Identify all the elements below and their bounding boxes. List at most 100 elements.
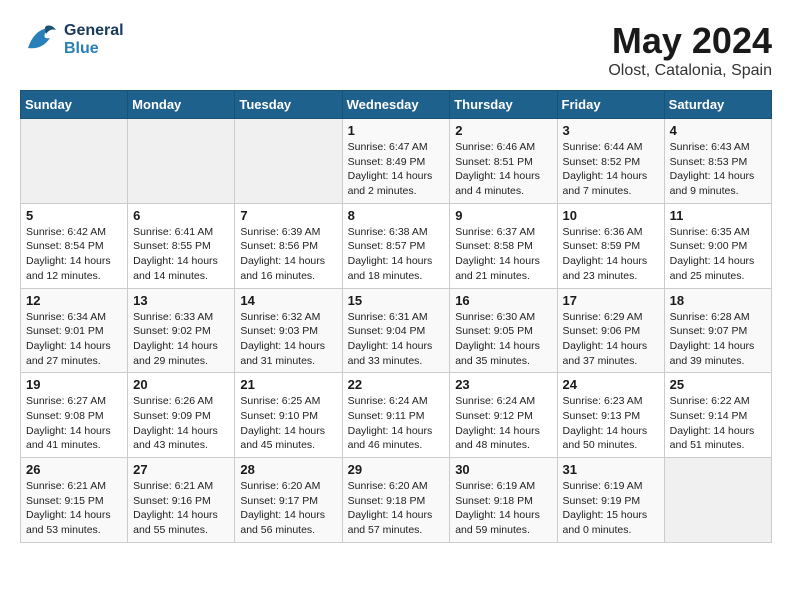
cell-content: Sunrise: 6:29 AMSunset: 9:06 PMDaylight:…	[563, 310, 659, 369]
calendar-cell: 31Sunrise: 6:19 AMSunset: 9:19 PMDayligh…	[557, 458, 664, 543]
calendar-cell: 22Sunrise: 6:24 AMSunset: 9:11 PMDayligh…	[342, 373, 450, 458]
calendar-cell: 30 Sunrise: 6:19 AMSunset: 9:18 PMDayligh…	[450, 458, 557, 543]
calendar-body: 1 Sunrise: 6:47 AMSunset: 8:49 PMDaylight…	[21, 119, 772, 543]
day-number: 31	[563, 462, 659, 477]
cell-content: Sunrise: 6:23 AMSunset: 9:13 PMDaylight:…	[563, 394, 659, 453]
calendar-week-row: 1 Sunrise: 6:47 AMSunset: 8:49 PMDaylight…	[21, 119, 772, 204]
day-number: 19	[26, 377, 122, 392]
day-number: 23	[455, 377, 551, 392]
title-area: May 2024 Olost, Catalonia, Spain	[608, 20, 772, 80]
calendar-cell: 25Sunrise: 6:22 AMSunset: 9:14 PMDayligh…	[664, 373, 771, 458]
calendar-cell: 3 Sunrise: 6:44 AMSunset: 8:52 PMDaylight…	[557, 119, 664, 204]
calendar-cell	[235, 119, 342, 204]
cell-content: Sunrise: 6:47 AMSunset: 8:49 PMDaylight:…	[348, 140, 445, 199]
weekday-header-row: SundayMondayTuesdayWednesdayThursdayFrid…	[21, 91, 772, 119]
weekday-header-tuesday: Tuesday	[235, 91, 342, 119]
calendar-cell: 13 Sunrise: 6:33 AMSunset: 9:02 PMDayligh…	[128, 288, 235, 373]
calendar-cell	[128, 119, 235, 204]
day-number: 26	[26, 462, 122, 477]
day-number: 14	[240, 293, 336, 308]
cell-content: Sunrise: 6:34 AMSunset: 9:01 PMDaylight:…	[26, 310, 122, 369]
calendar-cell: 27Sunrise: 6:21 AMSunset: 9:16 PMDayligh…	[128, 458, 235, 543]
calendar-cell: 1 Sunrise: 6:47 AMSunset: 8:49 PMDaylight…	[342, 119, 450, 204]
day-number: 29	[348, 462, 445, 477]
header: General Blue May 2024 Olost, Catalonia, …	[20, 20, 772, 80]
cell-content: Sunrise: 6:31 AMSunset: 9:04 PMDaylight:…	[348, 310, 445, 369]
weekday-header-friday: Friday	[557, 91, 664, 119]
cell-content: Sunrise: 6:43 AMSunset: 8:53 PMDaylight:…	[670, 140, 766, 199]
weekday-header-monday: Monday	[128, 91, 235, 119]
calendar-cell: 20Sunrise: 6:26 AMSunset: 9:09 PMDayligh…	[128, 373, 235, 458]
day-number: 30	[455, 462, 551, 477]
calendar-cell: 28Sunrise: 6:20 AMSunset: 9:17 PMDayligh…	[235, 458, 342, 543]
calendar-cell: 23 Sunrise: 6:24 AMSunset: 9:12 PMDayligh…	[450, 373, 557, 458]
day-number: 18	[670, 293, 766, 308]
calendar-header: SundayMondayTuesdayWednesdayThursdayFrid…	[21, 91, 772, 119]
logo-icon	[20, 20, 60, 60]
cell-content: Sunrise: 6:20 AMSunset: 9:18 PMDaylight:…	[348, 479, 445, 538]
day-number: 12	[26, 293, 122, 308]
cell-content: Sunrise: 6:33 AMSunset: 9:02 PMDaylight:…	[133, 310, 229, 369]
day-number: 27	[133, 462, 229, 477]
calendar-title: May 2024	[608, 20, 772, 62]
cell-content: Sunrise: 6:20 AMSunset: 9:17 PMDaylight:…	[240, 479, 336, 538]
weekday-header-wednesday: Wednesday	[342, 91, 450, 119]
calendar-cell: 14 Sunrise: 6:32 AMSunset: 9:03 PMDayligh…	[235, 288, 342, 373]
cell-content: Sunrise: 6:38 AMSunset: 8:57 PMDaylight:…	[348, 225, 445, 284]
calendar-cell: 26 Sunrise: 6:21 AMSunset: 9:15 PMDayligh…	[21, 458, 128, 543]
day-number: 7	[240, 208, 336, 223]
calendar-cell: 5Sunrise: 6:42 AMSunset: 8:54 PMDaylight…	[21, 203, 128, 288]
day-number: 24	[563, 377, 659, 392]
weekday-header-sunday: Sunday	[21, 91, 128, 119]
cell-content: Sunrise: 6:28 AMSunset: 9:07 PMDaylight:…	[670, 310, 766, 369]
calendar-cell: 16Sunrise: 6:30 AMSunset: 9:05 PMDayligh…	[450, 288, 557, 373]
calendar-week-row: 12 Sunrise: 6:34 AMSunset: 9:01 PMDayligh…	[21, 288, 772, 373]
day-number: 11	[670, 208, 766, 223]
day-number: 21	[240, 377, 336, 392]
calendar-cell	[664, 458, 771, 543]
cell-content: Sunrise: 6:25 AMSunset: 9:10 PMDaylight:…	[240, 394, 336, 453]
calendar-cell: 19 Sunrise: 6:27 AMSunset: 9:08 PMDayligh…	[21, 373, 128, 458]
calendar-cell: 10Sunrise: 6:36 AMSunset: 8:59 PMDayligh…	[557, 203, 664, 288]
cell-content: Sunrise: 6:27 AMSunset: 9:08 PMDaylight:…	[26, 394, 122, 453]
calendar-cell: 15 Sunrise: 6:31 AMSunset: 9:04 PMDayligh…	[342, 288, 450, 373]
calendar-cell: 17Sunrise: 6:29 AMSunset: 9:06 PMDayligh…	[557, 288, 664, 373]
day-number: 1	[348, 123, 445, 138]
day-number: 2	[455, 123, 551, 138]
calendar-cell	[21, 119, 128, 204]
day-number: 4	[670, 123, 766, 138]
cell-content: Sunrise: 6:21 AMSunset: 9:15 PMDaylight:…	[26, 479, 122, 538]
calendar-week-row: 19 Sunrise: 6:27 AMSunset: 9:08 PMDayligh…	[21, 373, 772, 458]
day-number: 3	[563, 123, 659, 138]
day-number: 15	[348, 293, 445, 308]
day-number: 22	[348, 377, 445, 392]
day-number: 8	[348, 208, 445, 223]
calendar-cell: 18 Sunrise: 6:28 AMSunset: 9:07 PMDayligh…	[664, 288, 771, 373]
cell-content: Sunrise: 6:42 AMSunset: 8:54 PMDaylight:…	[26, 225, 122, 284]
day-number: 13	[133, 293, 229, 308]
logo-label: General Blue	[64, 22, 124, 57]
cell-content: Sunrise: 6:22 AMSunset: 9:14 PMDaylight:…	[670, 394, 766, 453]
weekday-header-thursday: Thursday	[450, 91, 557, 119]
calendar-subtitle: Olost, Catalonia, Spain	[608, 62, 772, 80]
cell-content: Sunrise: 6:32 AMSunset: 9:03 PMDaylight:…	[240, 310, 336, 369]
cell-content: Sunrise: 6:35 AMSunset: 9:00 PMDaylight:…	[670, 225, 766, 284]
cell-content: Sunrise: 6:24 AMSunset: 9:12 PMDaylight:…	[455, 394, 551, 453]
calendar-cell: 12 Sunrise: 6:34 AMSunset: 9:01 PMDayligh…	[21, 288, 128, 373]
cell-content: Sunrise: 6:44 AMSunset: 8:52 PMDaylight:…	[563, 140, 659, 199]
calendar-cell: 24 Sunrise: 6:23 AMSunset: 9:13 PMDayligh…	[557, 373, 664, 458]
calendar-cell: 8 Sunrise: 6:38 AMSunset: 8:57 PMDaylight…	[342, 203, 450, 288]
cell-content: Sunrise: 6:39 AMSunset: 8:56 PMDaylight:…	[240, 225, 336, 284]
cell-content: Sunrise: 6:26 AMSunset: 9:09 PMDaylight:…	[133, 394, 229, 453]
calendar-table: SundayMondayTuesdayWednesdayThursdayFrid…	[20, 90, 772, 543]
calendar-cell: 21 Sunrise: 6:25 AMSunset: 9:10 PMDayligh…	[235, 373, 342, 458]
calendar-cell: 9Sunrise: 6:37 AMSunset: 8:58 PMDaylight…	[450, 203, 557, 288]
day-number: 16	[455, 293, 551, 308]
logo: General Blue	[20, 20, 124, 60]
calendar-cell: 7 Sunrise: 6:39 AMSunset: 8:56 PMDaylight…	[235, 203, 342, 288]
weekday-header-saturday: Saturday	[664, 91, 771, 119]
cell-content: Sunrise: 6:41 AMSunset: 8:55 PMDaylight:…	[133, 225, 229, 284]
cell-content: Sunrise: 6:46 AMSunset: 8:51 PMDaylight:…	[455, 140, 551, 199]
day-number: 10	[563, 208, 659, 223]
cell-content: Sunrise: 6:19 AMSunset: 9:18 PMDaylight:…	[455, 479, 551, 538]
